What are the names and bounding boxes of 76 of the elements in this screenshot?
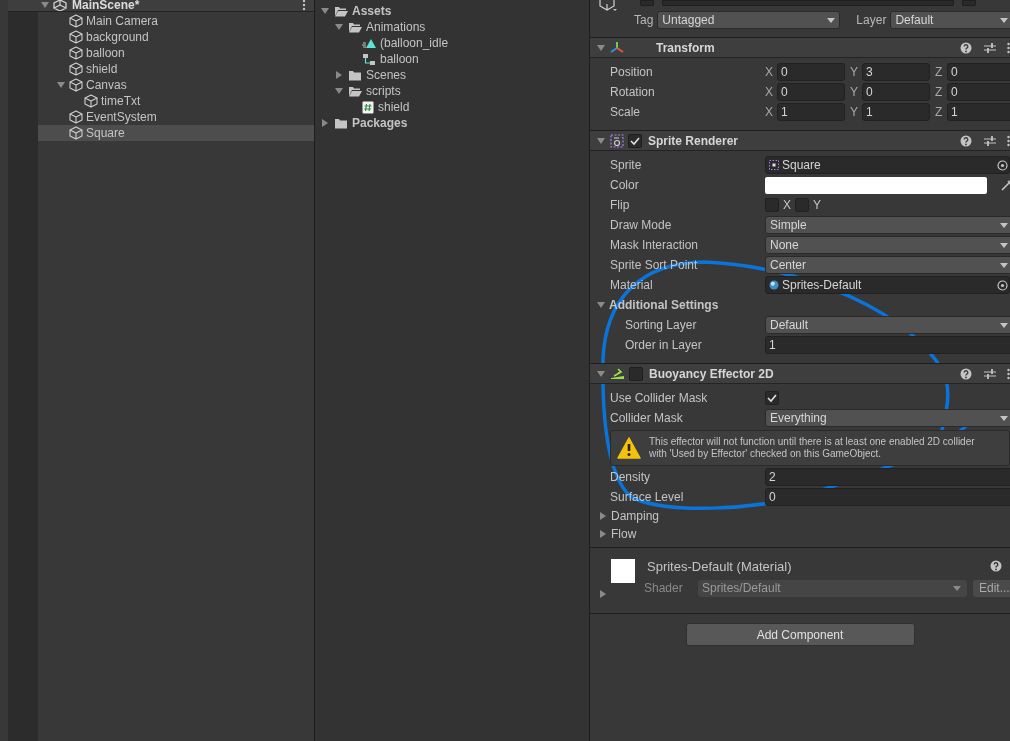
tag-label: Tag: [634, 12, 654, 29]
component-title: Sprite Renderer: [648, 134, 739, 147]
project-item[interactable]: (balloon_idle: [315, 35, 589, 51]
vector-field[interactable]: 0: [777, 83, 845, 101]
field-label: Collider Mask: [610, 412, 684, 424]
number-field[interactable]: 2: [765, 468, 1010, 486]
field-label: Use Collider Mask: [610, 392, 709, 404]
hierarchy-item[interactable]: Main Camera: [38, 13, 314, 29]
component-title: Transform: [656, 41, 715, 54]
material-title: Sprites-Default (Material): [647, 559, 793, 573]
foldout[interactable]: Damping: [590, 507, 1010, 525]
hierarchy-item[interactable]: balloon: [38, 45, 314, 61]
checkbox-label: X: [783, 197, 791, 214]
component-header[interactable]: Transform: [590, 38, 1010, 58]
tag-dropdown[interactable]: Untagged: [657, 11, 841, 29]
number-field[interactable]: 0: [765, 488, 1010, 506]
project-item[interactable]: scripts: [315, 83, 589, 99]
field-label: Order in Layer: [624, 339, 703, 351]
hierarchy-item[interactable]: EventSystem: [38, 109, 314, 125]
hierarchy-item[interactable]: Square: [38, 125, 314, 141]
number-field[interactable]: 1: [765, 336, 1010, 354]
axis-label: X: [765, 64, 774, 81]
vector-field[interactable]: 0: [947, 83, 1010, 101]
component-title: Buoyancy Effector 2D: [649, 367, 774, 380]
field-label: Color: [610, 179, 640, 191]
axis-label: Z: [935, 104, 944, 121]
hierarchy-item[interactable]: timeTxt: [38, 93, 314, 109]
edit-button[interactable]: Edit...: [973, 579, 1010, 597]
field-label: Sprite: [610, 159, 643, 171]
vector-field[interactable]: 0: [777, 63, 845, 81]
hierarchy-item[interactable]: Canvas: [38, 77, 314, 93]
axis-label: Y: [850, 64, 859, 81]
checkbox-label: Y: [813, 197, 822, 214]
hierarchy-item[interactable]: shield: [38, 61, 314, 77]
vector-field[interactable]: 3: [862, 63, 930, 81]
project-item[interactable]: Animations: [315, 19, 589, 35]
axis-label: Z: [935, 84, 944, 101]
add-component-button[interactable]: Add Component: [685, 623, 915, 646]
object-field[interactable]: Sprites-Default: [765, 276, 1010, 294]
field-label: Mask Interaction: [610, 239, 700, 251]
dropdown[interactable]: Default: [765, 316, 1010, 334]
shader-label: Shader: [644, 580, 684, 597]
axis-label: Y: [850, 104, 859, 121]
dropdown[interactable]: Center: [765, 256, 1010, 274]
project-item[interactable]: Packages: [315, 115, 589, 131]
warning-message: This effector will not function until there is at least one enabled 2D collider with 'Used by Effector' checked on this GameObject.: [649, 436, 975, 460]
field-label: Scale: [610, 106, 642, 118]
field-label: Draw Mode: [610, 219, 673, 231]
object-field[interactable]: Square: [765, 156, 1010, 174]
vector-field[interactable]: 1: [862, 103, 930, 121]
vector-field[interactable]: 1: [777, 103, 845, 121]
vector-field[interactable]: 1: [947, 103, 1010, 121]
component-header[interactable]: Sprite Renderer: [590, 131, 1010, 151]
axis-label: Y: [850, 84, 859, 101]
component-header[interactable]: Buoyancy Effector 2D: [590, 364, 1010, 384]
axis-label: Z: [935, 64, 944, 81]
layer-dropdown[interactable]: Default: [890, 11, 1010, 29]
project-item[interactable]: Assets: [315, 3, 589, 19]
foldout[interactable]: Flow: [590, 525, 1010, 543]
dropdown[interactable]: Simple: [765, 216, 1010, 234]
scene-title: MainScene*: [72, 0, 140, 14]
vector-field[interactable]: 0: [862, 83, 930, 101]
vector-field[interactable]: 0: [947, 63, 1010, 81]
project-item[interactable]: shield: [315, 99, 589, 115]
field-label: Rotation: [610, 86, 656, 98]
field-label: Position: [610, 66, 654, 78]
hierarchy-item[interactable]: background: [38, 29, 314, 45]
project-item[interactable]: balloon: [315, 51, 589, 67]
layer-label: Layer: [856, 12, 887, 29]
field-label: Flip: [610, 199, 631, 211]
project-item[interactable]: Scenes: [315, 67, 589, 83]
dropdown[interactable]: Everything: [765, 409, 1010, 427]
field-label: Sorting Layer: [624, 319, 698, 331]
dropdown[interactable]: None: [765, 236, 1010, 254]
axis-label: X: [765, 104, 774, 121]
axis-label: X: [765, 84, 774, 101]
